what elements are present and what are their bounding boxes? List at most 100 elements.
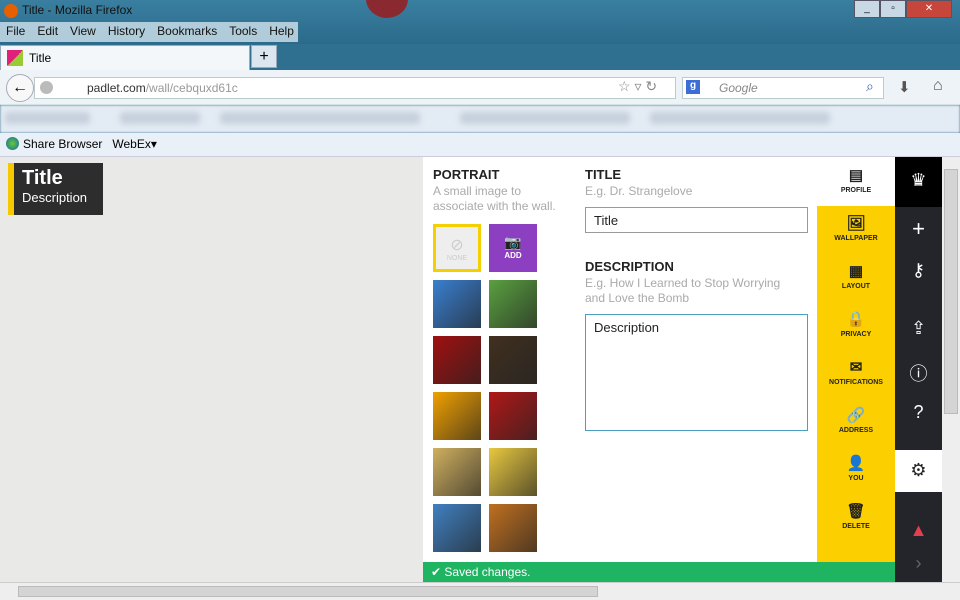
bookmark-label: WebEx (112, 137, 151, 151)
gear-icon[interactable]: ⚙ (895, 460, 942, 481)
menu-bar: File Edit View History Bookmarks Tools H… (0, 22, 298, 42)
portrait-hint: A small image to associate with the wall… (433, 184, 556, 213)
chevron-right-icon[interactable]: › (895, 553, 942, 574)
warning-icon[interactable]: ▲ (895, 520, 942, 541)
title-input[interactable]: Title (585, 207, 808, 233)
portrait-none[interactable]: ⊘ NONE (433, 224, 481, 272)
settings-item-you[interactable]: 👤 YOU (817, 454, 895, 482)
portrait-heading: PORTRAIT (433, 167, 500, 182)
portrait-add[interactable]: 📷 ADD (489, 224, 537, 272)
globe-icon (6, 137, 19, 150)
address-icon: 🔗 (846, 407, 866, 424)
globe-icon (40, 81, 53, 94)
settings-item-privacy[interactable]: 🔒 PRIVACY (817, 310, 895, 338)
delete-icon: 🗑 (846, 503, 866, 520)
menu-history[interactable]: History (102, 22, 151, 42)
vertical-scrollbar[interactable] (942, 157, 960, 582)
wall-header[interactable]: Title Description (8, 163, 103, 215)
you-icon: 👤 (846, 455, 866, 472)
check-icon: ✔ (431, 565, 445, 579)
menu-file[interactable]: File (0, 22, 31, 42)
wall-description: Description (22, 190, 88, 205)
scroll-thumb[interactable] (18, 586, 598, 597)
portrait-thumbnail[interactable] (489, 336, 537, 384)
settings-item-address[interactable]: 🔗 ADDRESS (817, 406, 895, 434)
portrait-grid: ⊘ NONE 📷 ADD (433, 224, 537, 552)
back-button[interactable]: ← (6, 74, 34, 102)
description-textarea[interactable]: Description (585, 314, 808, 431)
settings-item-label: DELETE (842, 523, 870, 530)
portrait-thumbnail[interactable] (433, 448, 481, 496)
url-path: /wall/cebquxd61c (145, 81, 238, 95)
title-heading: TITLE (585, 167, 622, 182)
settings-item-label: NOTIFICATIONS (829, 379, 883, 386)
settings-item-wallpaper[interactable]: 🖼 WALLPAPER (817, 214, 895, 242)
tab-label: Title (29, 51, 52, 65)
portrait-thumbnail[interactable] (489, 280, 537, 328)
profile-icon: ▤ (848, 167, 864, 184)
settings-item-label: YOU (848, 475, 864, 482)
settings-item-label: WALLPAPER (834, 235, 878, 242)
portrait-thumbnail[interactable] (489, 392, 537, 440)
status-bar: ✔ Saved changes. (423, 562, 895, 582)
tab-title[interactable]: Title (0, 45, 250, 70)
info-icon[interactable]: ⓘ (895, 360, 942, 386)
ban-icon: ⊘ (450, 237, 464, 254)
share-icon[interactable]: ⇪ (895, 318, 942, 339)
scroll-thumb[interactable] (944, 169, 958, 414)
menu-view[interactable]: View (64, 22, 102, 42)
settings-item-delete[interactable]: 🗑 DELETE (817, 502, 895, 530)
help-icon[interactable]: ? (895, 402, 942, 423)
url-input[interactable]: padlet.com/wall/cebquxd61c (34, 77, 676, 99)
bookmarks-bar: Share Browser WebEx▾ (0, 133, 960, 157)
menu-bookmarks[interactable]: Bookmarks (151, 22, 223, 42)
wallpaper-icon: 🖼 (846, 215, 866, 232)
add-label: ADD (504, 251, 522, 260)
window-title: Title - Mozilla Firefox (22, 3, 133, 17)
layout-icon: ▦ (848, 263, 864, 280)
status-text: Saved changes. (444, 565, 531, 579)
google-icon[interactable]: g (686, 80, 700, 94)
add-icon[interactable]: + (895, 216, 942, 242)
download-icon[interactable]: ⬇ (898, 78, 911, 96)
horizontal-scrollbar[interactable] (0, 582, 960, 600)
settings-item-notifications[interactable]: ✉ NOTIFICATIONS (817, 358, 895, 386)
description-hint: E.g. How I Learned to Stop Worrying and … (585, 276, 781, 305)
wall-canvas[interactable] (0, 157, 423, 582)
firefox-icon (4, 4, 18, 18)
crown-icon[interactable]: ♛ (895, 170, 942, 191)
settings-item-profile[interactable]: ▤ PROFILE (817, 166, 895, 194)
key-icon[interactable]: ⚷ (895, 260, 942, 281)
portrait-thumbnail[interactable] (433, 504, 481, 552)
close-button[interactable]: ✕ (906, 0, 952, 18)
new-tab-button[interactable]: + (251, 45, 277, 68)
bookmark-share-browser[interactable]: Share Browser (6, 137, 102, 152)
portrait-thumbnail[interactable] (433, 392, 481, 440)
portrait-thumbnail[interactable] (489, 448, 537, 496)
description-heading: DESCRIPTION (585, 259, 674, 274)
home-icon[interactable]: ⌂ (933, 77, 943, 95)
portrait-thumbnail[interactable] (489, 504, 537, 552)
maximize-button[interactable]: ▫ (880, 0, 906, 18)
bookmark-star-icon[interactable]: ☆ ▿ ↻ (618, 78, 657, 95)
bookmark-webex[interactable]: WebEx▾ (112, 137, 157, 152)
title-hint: E.g. Dr. Strangelove (585, 184, 693, 198)
portrait-thumbnail[interactable] (433, 280, 481, 328)
minimize-button[interactable]: _ (854, 0, 880, 18)
notifications-icon: ✉ (849, 359, 863, 376)
menu-edit[interactable]: Edit (31, 22, 64, 42)
settings-item-label: LAYOUT (841, 283, 871, 290)
camera-icon: 📷 (504, 234, 522, 250)
bookmark-label: Share Browser (23, 137, 103, 151)
portrait-thumbnail[interactable] (433, 336, 481, 384)
settings-item-layout[interactable]: ▦ LAYOUT (817, 262, 895, 290)
menu-help[interactable]: Help (263, 22, 300, 42)
none-label: NONE (446, 255, 468, 262)
settings-item-label: PROFILE (840, 187, 872, 194)
settings-item-label: PRIVACY (840, 331, 872, 338)
privacy-icon: 🔒 (846, 311, 866, 328)
menu-tools[interactable]: Tools (223, 22, 263, 42)
search-icon[interactable]: ⌕ (866, 78, 874, 95)
search-input[interactable]: Google (682, 77, 884, 99)
settings-item-label: ADDRESS (838, 427, 874, 434)
